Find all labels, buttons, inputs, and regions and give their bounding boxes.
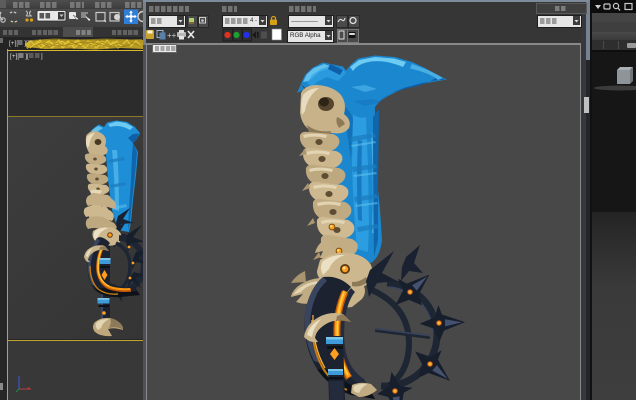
svg-text:++: ++ (167, 31, 177, 40)
